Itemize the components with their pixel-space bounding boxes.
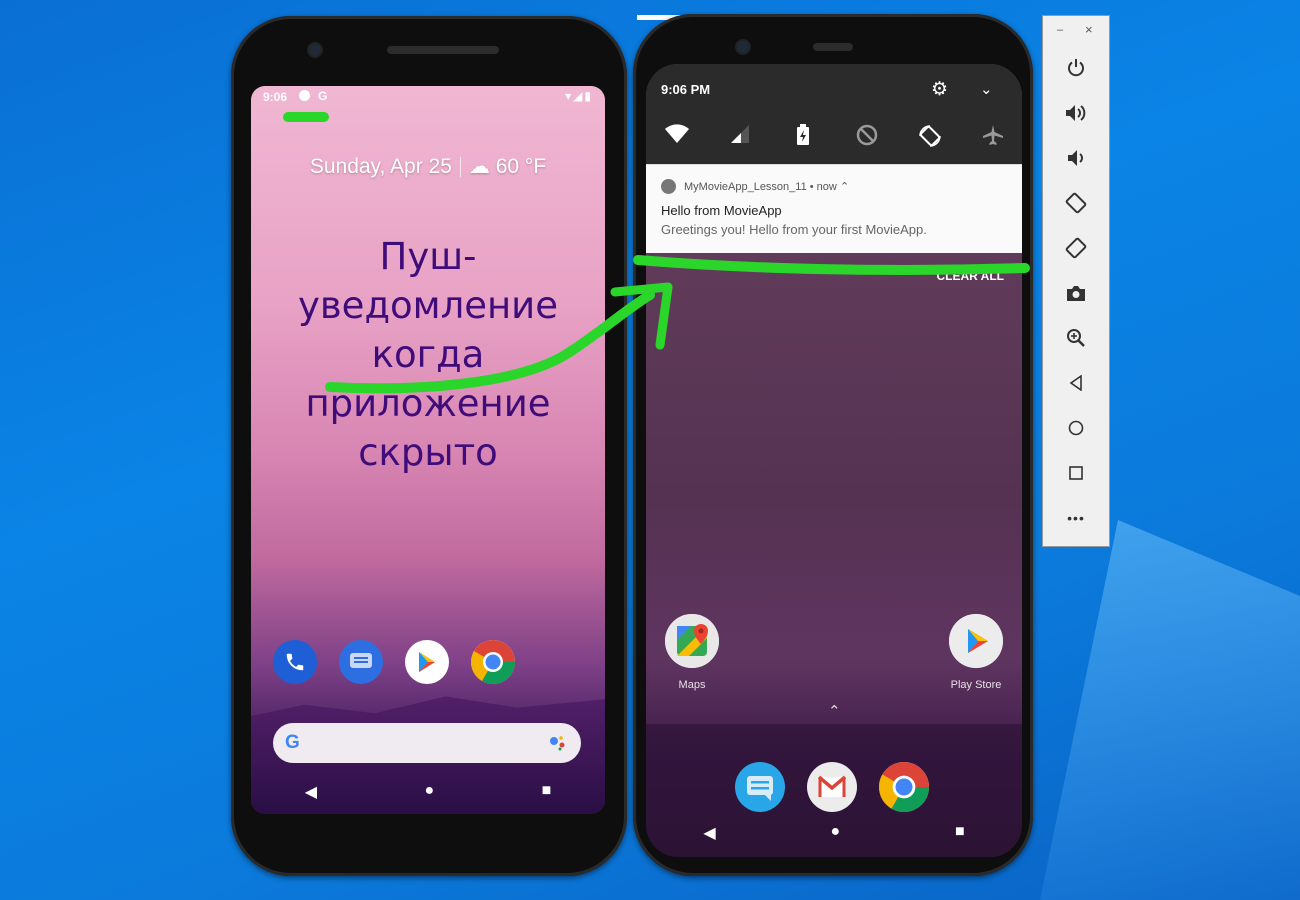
play-store-app-icon[interactable] [949, 614, 1003, 668]
settings-gear-icon[interactable]: ⚙ [931, 78, 948, 101]
home-circle-icon [1068, 420, 1084, 436]
google-search-bar[interactable]: G [273, 723, 581, 763]
rotate-right-button[interactable] [1043, 231, 1109, 265]
camera-icon [1067, 286, 1085, 301]
desktop-light-shape [1040, 520, 1300, 900]
home-button[interactable]: ● [830, 823, 840, 843]
earpiece-speaker [813, 43, 853, 51]
quick-settings-panel: 9:06 PM ⚙ ⌄ [646, 64, 1022, 164]
temperature-label: 60 °F [495, 155, 547, 178]
do-not-disturb-tile-icon[interactable] [850, 124, 884, 154]
front-camera [737, 41, 749, 53]
rotate-left-icon [1065, 192, 1087, 214]
more-button[interactable]: ••• [1043, 501, 1109, 535]
recents-button[interactable]: ■ [955, 823, 965, 843]
auto-rotate-tile-icon[interactable] [913, 124, 947, 154]
notification-app-name: MyMovieApp_Lesson_11 • now ⌃ [684, 181, 850, 193]
annotation-line: Пуш-уведомление [297, 235, 558, 327]
dock [273, 640, 515, 684]
overview-button[interactable] [1043, 456, 1109, 490]
rotate-right-icon [1065, 237, 1087, 259]
front-camera [309, 44, 321, 56]
minimize-button[interactable]: – [1057, 24, 1063, 36]
back-button[interactable]: ◀ [305, 782, 317, 802]
status-notification-dot-icon [299, 90, 310, 101]
emulator-phone-right: 9:06 PM ⚙ ⌄ MyMovieApp_Lesson_11 • now ⌃… [633, 14, 1033, 876]
status-right-icons: ▾◢▮ [565, 89, 593, 103]
volume-up-icon [1066, 105, 1086, 121]
app-drawer-caret-icon[interactable]: ⌃ [828, 702, 841, 720]
emulator-phone-left: 9:06 G ▾◢▮ Sunday, Apr 25 ☁ 60 °F Пуш-уве… [231, 16, 627, 876]
annotation-line: когда приложение [305, 333, 551, 425]
app-notification-icon [661, 179, 676, 194]
home-button[interactable]: ● [424, 782, 434, 802]
notification-shade-screen[interactable]: 9:06 PM ⚙ ⌄ MyMovieApp_Lesson_11 • now ⌃… [646, 64, 1022, 857]
maps-app-label: Maps [678, 679, 706, 691]
at-a-glance-widget[interactable]: Sunday, Apr 25 ☁ 60 °F [251, 154, 605, 179]
phone-app-icon[interactable] [273, 640, 317, 684]
volume-down-button[interactable] [1043, 141, 1109, 175]
play-store-app-label: Play Store [950, 679, 1002, 691]
recents-button[interactable]: ■ [542, 782, 552, 802]
date-label: Sunday, Apr 25 [309, 155, 452, 178]
home-button[interactable] [1043, 411, 1109, 445]
status-bar: 9:06 G ▾◢▮ [251, 86, 605, 110]
maps-app-icon[interactable] [665, 614, 719, 668]
back-button[interactable] [1043, 366, 1109, 400]
rotate-left-button[interactable] [1043, 186, 1109, 220]
close-button[interactable]: × [1085, 22, 1093, 37]
navigation-bar: ◀ ● ■ [646, 823, 1022, 843]
volume-down-icon [1068, 150, 1083, 166]
assistant-icon[interactable] [549, 735, 567, 751]
play-store-app-icon[interactable] [405, 640, 449, 684]
navigation-bar: ◀ ● ■ [251, 782, 605, 802]
notification-title: Hello from MovieApp [661, 203, 782, 218]
zoom-icon [1067, 329, 1085, 347]
wifi-tile-icon[interactable] [660, 124, 694, 154]
power-icon [1068, 59, 1084, 77]
power-button[interactable] [1043, 51, 1109, 85]
google-status-icon: G [318, 89, 328, 103]
cloud-icon: ☁ [468, 155, 490, 178]
annotation-underline [283, 112, 329, 122]
push-notification-card[interactable]: MyMovieApp_Lesson_11 • now ⌃ Hello from … [646, 164, 1022, 253]
chrome-app-icon[interactable] [879, 762, 929, 812]
expand-chevron-icon[interactable]: ⌄ [980, 80, 993, 98]
notification-body: Greetings you! Hello from your first Mov… [661, 222, 927, 237]
quick-settings-tiles [660, 124, 1010, 154]
mobile-signal-tile-icon[interactable] [723, 124, 757, 154]
zoom-button[interactable] [1043, 321, 1109, 355]
chrome-app-icon[interactable] [471, 640, 515, 684]
annotation-text: Пуш-уведомление когда приложение скрыто [251, 232, 605, 477]
gmail-app-icon[interactable] [807, 762, 857, 812]
volume-up-button[interactable] [1043, 96, 1109, 130]
airplane-mode-tile-icon[interactable] [976, 124, 1010, 154]
back-triangle-icon [1069, 375, 1082, 391]
messages-app-icon[interactable] [339, 640, 383, 684]
screenshot-button[interactable] [1043, 276, 1109, 310]
battery-saver-tile-icon[interactable] [786, 124, 820, 154]
overview-square-icon [1069, 466, 1083, 480]
status-time: 9:06 PM [661, 82, 711, 97]
earpiece-speaker [387, 46, 499, 54]
status-time: 9:06 [263, 90, 288, 104]
clear-all-button[interactable]: CLEAR ALL [936, 269, 1004, 283]
dock: ◀ ● ■ [646, 724, 1022, 857]
annotation-line: скрыто [358, 431, 498, 474]
back-button[interactable]: ◀ [703, 823, 715, 843]
home-screen-left[interactable]: 9:06 G ▾◢▮ Sunday, Apr 25 ☁ 60 °F Пуш-уве… [251, 86, 605, 814]
emulator-side-toolbar: – × ••• [1042, 15, 1110, 547]
messages-app-icon[interactable] [735, 762, 785, 812]
google-logo-icon: G [285, 732, 300, 753]
